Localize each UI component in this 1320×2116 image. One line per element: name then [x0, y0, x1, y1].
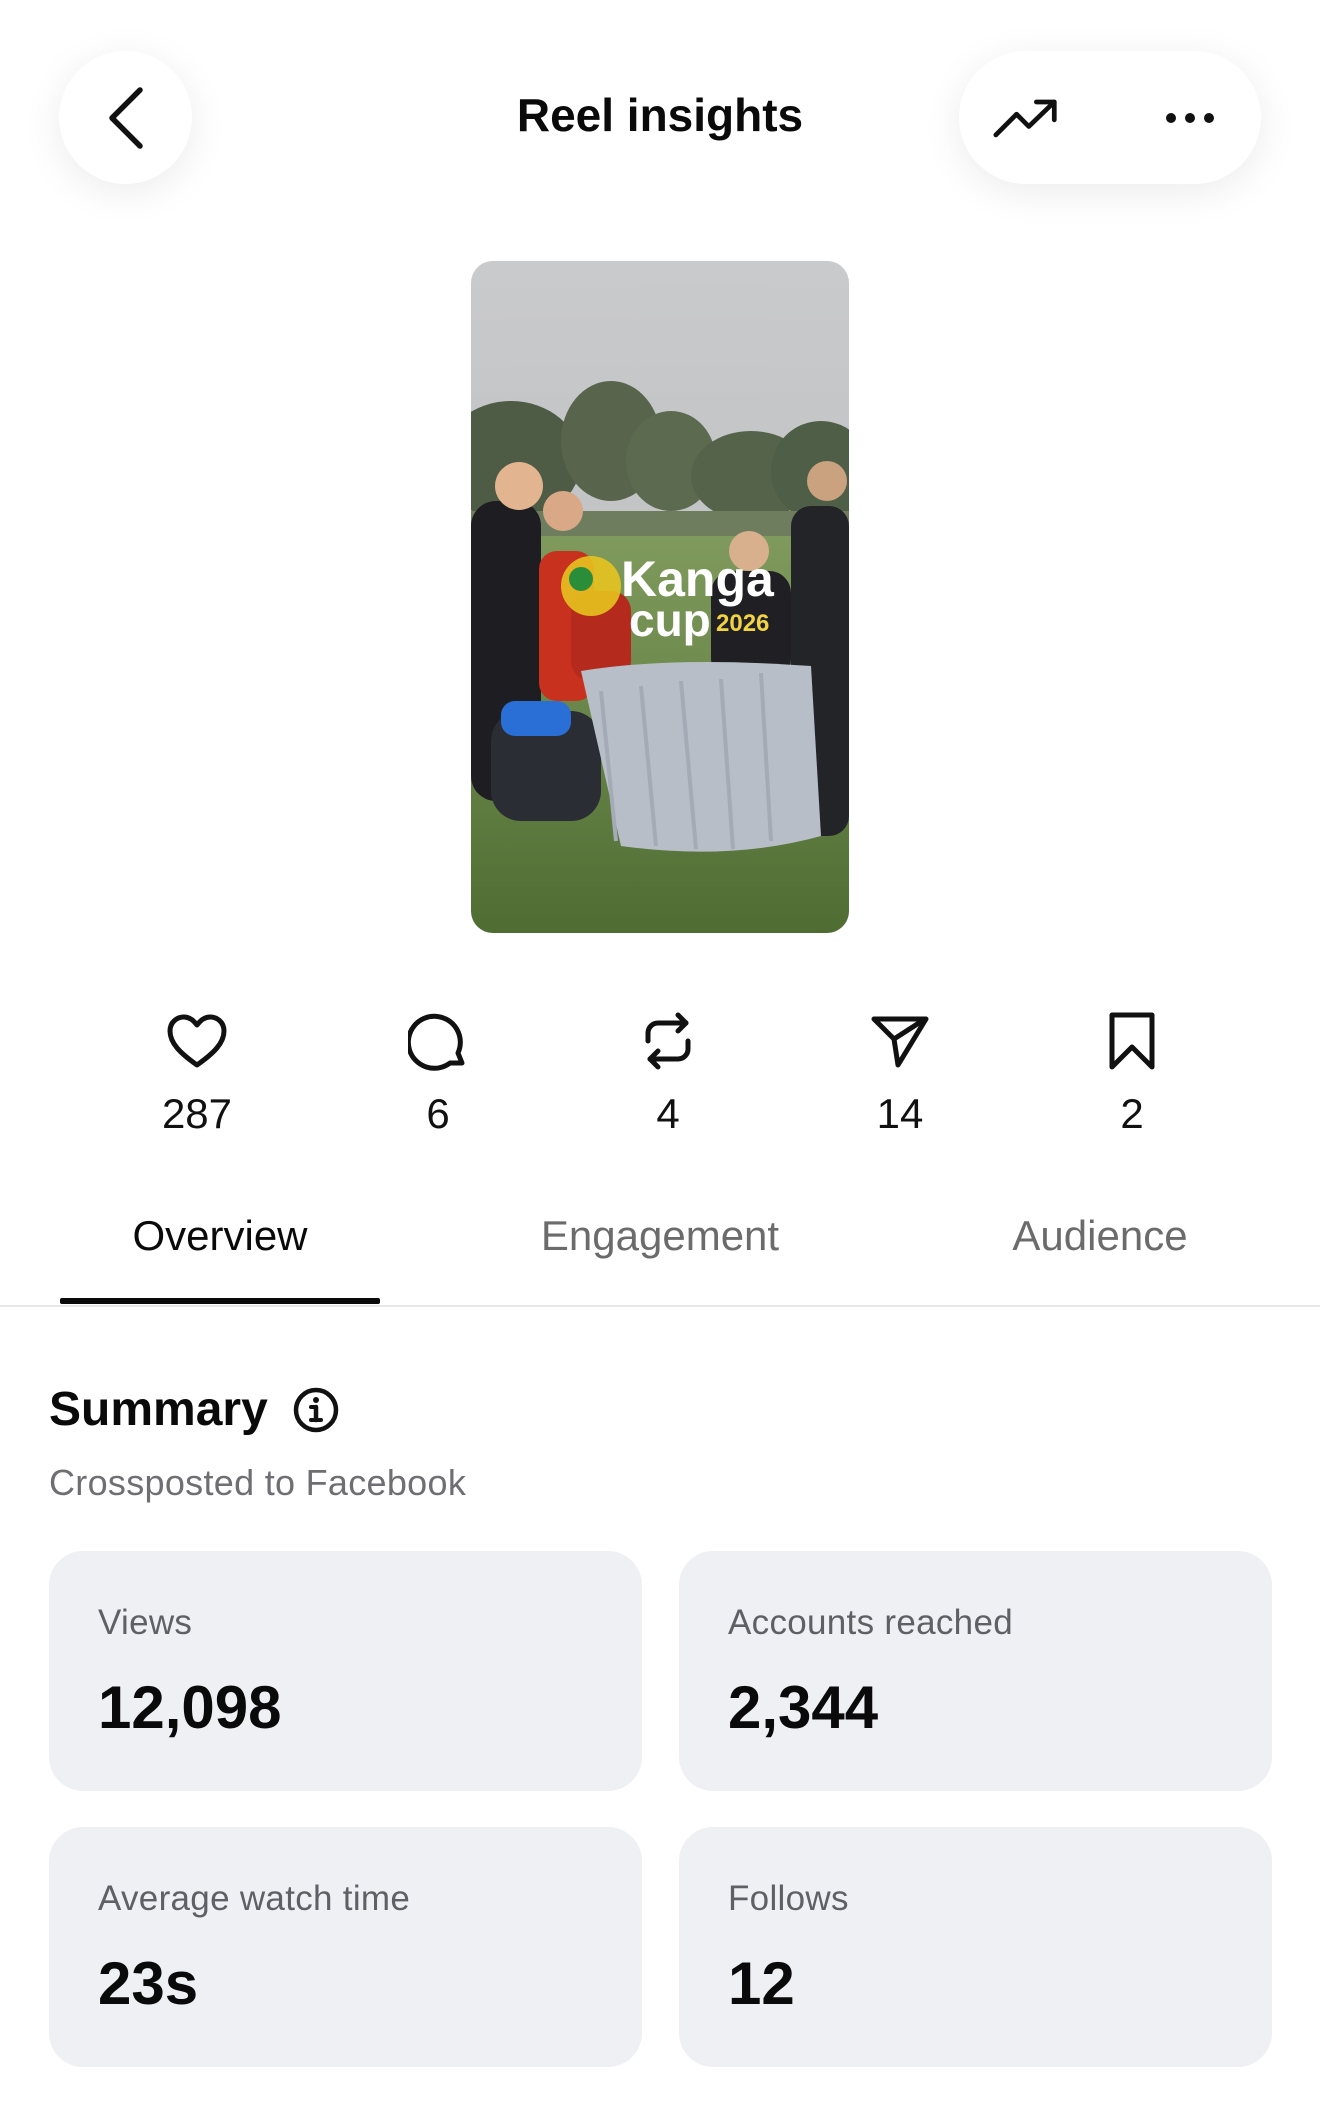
- metric-card-average-watch-time[interactable]: Average watch time 23s: [49, 1827, 642, 2067]
- reel-insights-screen: Reel insights Kanga cup 2026 287 6 4 14 …: [0, 0, 1320, 2116]
- share-icon: [871, 1016, 929, 1068]
- comment-icon: [408, 1013, 465, 1071]
- tab-overview[interactable]: Overview: [60, 1212, 380, 1260]
- metric-value: 23s: [98, 1950, 199, 2017]
- metric-card-accounts-reached[interactable]: Accounts reached 2,344: [679, 1551, 1272, 1791]
- trend-up-icon: [993, 99, 1057, 138]
- more-options-button[interactable]: [1157, 85, 1223, 151]
- metric-value: 2,344: [728, 1674, 879, 1741]
- metric-label: Views: [98, 1603, 193, 1642]
- saves-stat[interactable]: 2: [1062, 1006, 1202, 1138]
- repost-icon: [645, 1012, 691, 1070]
- likes-stat[interactable]: 287: [127, 1006, 267, 1138]
- tab-audience[interactable]: Audience: [940, 1212, 1260, 1260]
- header-actions: [959, 51, 1261, 184]
- trending-button[interactable]: [993, 85, 1059, 151]
- saves-count: 2: [1120, 1090, 1144, 1137]
- more-horizontal-icon: [1166, 113, 1214, 123]
- info-button[interactable]: [292, 1386, 340, 1434]
- comments-stat[interactable]: 6: [368, 1006, 508, 1138]
- metric-value: 12,098: [98, 1674, 282, 1741]
- overlay-year: 2026: [716, 610, 769, 637]
- heart-icon: [167, 1014, 227, 1068]
- shares-count: 14: [876, 1090, 924, 1137]
- shares-stat[interactable]: 14: [830, 1006, 970, 1138]
- crosspost-note: Crossposted to Facebook: [49, 1462, 467, 1503]
- metric-value: 12: [728, 1950, 795, 2017]
- tab-engagement[interactable]: Engagement: [460, 1212, 860, 1260]
- likes-count: 287: [161, 1090, 233, 1137]
- info-icon: [293, 1387, 339, 1432]
- metric-label: Average watch time: [98, 1879, 411, 1918]
- summary-title: Summary: [49, 1383, 268, 1436]
- metric-card-follows[interactable]: Follows 12: [679, 1827, 1272, 2067]
- metric-label: Follows: [728, 1879, 849, 1918]
- reposts-stat[interactable]: 4: [598, 1006, 738, 1138]
- back-button[interactable]: [59, 51, 192, 184]
- active-tab-indicator: [60, 1298, 380, 1304]
- overlay-cup: cup: [629, 594, 711, 646]
- metric-label: Accounts reached: [728, 1603, 1013, 1642]
- bookmark-icon: [1109, 1012, 1155, 1070]
- reel-thumbnail[interactable]: Kanga cup 2026: [471, 261, 849, 933]
- summary-heading: Summary: [49, 1382, 340, 1437]
- reel-photo: Kanga cup 2026: [471, 261, 849, 933]
- reposts-count: 4: [656, 1090, 680, 1137]
- comments-count: 6: [426, 1090, 450, 1137]
- page-title: Reel insights: [516, 89, 804, 141]
- tab-divider: [0, 1305, 1320, 1307]
- metric-card-views[interactable]: Views 12,098: [49, 1551, 642, 1791]
- chevron-left-icon: [108, 86, 143, 149]
